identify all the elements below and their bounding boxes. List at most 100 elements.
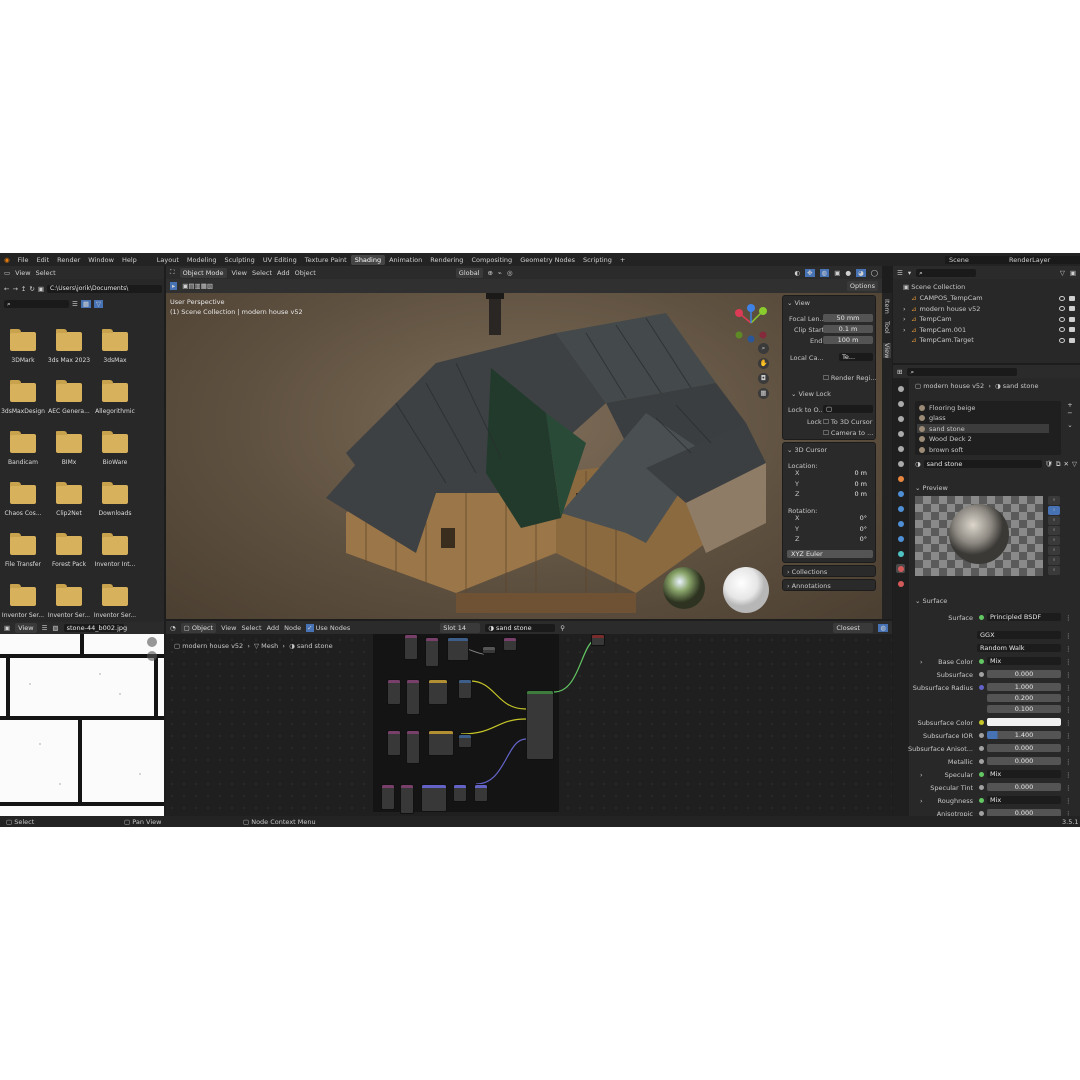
blender-logo-icon[interactable]: ◉	[0, 256, 14, 264]
active-material-field[interactable]: sand stone	[923, 460, 1042, 468]
drag-dots-icon[interactable]: ⋮	[1065, 745, 1072, 753]
expand-input-icon[interactable]: ›	[920, 658, 923, 666]
number-field[interactable]: 1.000	[987, 683, 1061, 691]
linked-input-field[interactable]: Mix	[987, 657, 1061, 665]
color-ramp-node[interactable]	[458, 734, 472, 748]
new-collection-icon[interactable]: ▣	[1070, 269, 1076, 277]
stone-texture-preview[interactable]	[0, 634, 164, 816]
folder-item[interactable]: BIMx	[46, 431, 92, 466]
rotation-mode-select[interactable]: XYZ Euler	[787, 550, 873, 558]
list-view-icon[interactable]: ☰	[72, 300, 78, 308]
properties-search[interactable]: ⌕	[907, 367, 1018, 376]
expand-input-icon[interactable]: ›	[920, 771, 923, 779]
tab-item[interactable]: Item	[883, 299, 891, 314]
menu-window[interactable]: Window	[84, 256, 118, 264]
material-preview[interactable]	[915, 496, 1043, 576]
properties-tab-scene-icon[interactable]	[896, 444, 905, 453]
expand-icon[interactable]	[903, 336, 911, 344]
input-socket-icon[interactable]	[979, 615, 984, 620]
collections-panel[interactable]: › Collections	[782, 565, 876, 577]
overlay-toggle-icon[interactable]: ◍	[878, 623, 888, 632]
duplicate-icon[interactable]: ⧉	[1056, 460, 1061, 469]
tab-animation[interactable]: Animation	[385, 255, 426, 265]
add-slot-icon[interactable]: +	[1065, 401, 1075, 409]
use-nodes-checkbox[interactable]: ✓ Use Nodes	[306, 623, 350, 632]
texture-node[interactable]	[381, 784, 395, 810]
material-name-field[interactable]: ◑ sand stone	[485, 623, 556, 632]
camera-icon[interactable]	[1069, 316, 1075, 322]
clip-end-field[interactable]: 100 m	[823, 336, 873, 344]
menu-edit[interactable]: Edit	[33, 256, 54, 264]
view-layer-selector[interactable]: RenderLayer	[1005, 255, 1080, 264]
folder-item[interactable]: BioWare	[92, 431, 138, 466]
surface-select[interactable]: Random Walk	[977, 644, 1061, 652]
outliner-icon[interactable]: ☰	[897, 269, 903, 277]
expand-input-icon[interactable]: ›	[920, 797, 923, 805]
folder-item[interactable]: 3dsMax	[92, 329, 138, 364]
properties-tab-physics-icon[interactable]	[896, 519, 905, 528]
drag-dots-icon[interactable]: ⋮	[1065, 771, 1072, 779]
expand-icon[interactable]: ›	[903, 326, 911, 334]
material-slot-item[interactable]: brown soft	[917, 445, 1049, 454]
options-button[interactable]: Options	[846, 281, 878, 291]
vp-menu-view[interactable]: View	[232, 269, 247, 277]
forward-icon[interactable]: →	[12, 285, 17, 293]
folder-item[interactable]: Allegorithmic	[92, 380, 138, 415]
camera-icon[interactable]	[1069, 295, 1075, 301]
number-field[interactable]: 0.100	[987, 705, 1061, 713]
folder-item[interactable]: 3DMark	[0, 329, 46, 364]
material-slot-item[interactable]: sand stone	[917, 424, 1049, 433]
fb-search-input[interactable]: ⌕	[4, 300, 69, 308]
eye-icon[interactable]	[1059, 327, 1065, 332]
input-socket-icon[interactable]	[979, 772, 984, 777]
properties-tab-particles-icon[interactable]	[896, 504, 905, 513]
expand-icon[interactable]: ›	[903, 315, 911, 323]
viewport-3d[interactable]: User Perspective (1) Scene Collection | …	[166, 293, 882, 619]
color-ramp-node[interactable]	[458, 679, 472, 699]
mapping-node[interactable]	[447, 637, 469, 661]
ne-menu-view[interactable]: View	[221, 624, 236, 632]
preview-hair-icon[interactable]: ◦	[1048, 536, 1060, 545]
folder-item[interactable]: Bandicam	[0, 431, 46, 466]
annotations-panel[interactable]: › Annotations	[782, 579, 876, 591]
expand-icon[interactable]	[903, 294, 911, 302]
texture-node[interactable]	[404, 634, 418, 660]
drag-dots-icon[interactable]: ⋮	[1065, 684, 1072, 692]
properties-tab-render-icon[interactable]	[896, 399, 905, 408]
properties-tab-material-icon[interactable]	[896, 564, 905, 573]
outliner-search[interactable]: ⌕	[916, 268, 977, 277]
normal-map-node[interactable]	[421, 784, 447, 812]
node-editor-type-icon[interactable]: ◔	[170, 624, 176, 632]
folder-item[interactable]: AEC Genera...	[46, 380, 92, 415]
folder-item[interactable]: Chaos Cos...	[0, 482, 46, 517]
drag-dots-icon[interactable]: ⋮	[1065, 632, 1072, 640]
slot-menu-icon[interactable]: ⌄	[1065, 421, 1075, 429]
add-workspace-button[interactable]: +	[616, 255, 629, 265]
outliner-item[interactable]: › ⊿ TempCam	[903, 315, 1075, 323]
image-icon[interactable]: ▧	[52, 624, 58, 632]
drag-dots-icon[interactable]: ⋮	[1065, 671, 1072, 679]
preview-flat-icon[interactable]: ◦	[1048, 496, 1060, 505]
properties-tab-tool-icon[interactable]	[896, 384, 905, 393]
diffuse-preview-sphere[interactable]	[722, 566, 770, 614]
reroute-node[interactable]	[482, 646, 496, 654]
cursor-location-value-field[interactable]: 0 m	[787, 469, 873, 477]
folder-item[interactable]: Clip2Net	[46, 482, 92, 517]
folder-icon[interactable]: ▭	[4, 269, 10, 277]
select-mode-icons[interactable]: ▣▤▥▦▧	[182, 282, 213, 290]
properties-tab-data-icon[interactable]	[896, 549, 905, 558]
clip-start-field[interactable]: 0.1 m	[823, 325, 873, 333]
number-field[interactable]: 0.200	[987, 694, 1061, 702]
parent-icon[interactable]: ↥	[21, 285, 26, 293]
input-socket-icon[interactable]	[979, 685, 984, 690]
mode-selector[interactable]: Object Mode	[179, 267, 227, 278]
tab-geometry-nodes[interactable]: Geometry Nodes	[516, 255, 579, 265]
mix-node[interactable]	[428, 730, 454, 756]
view-panel-header[interactable]: ⌄ View	[787, 299, 810, 307]
shading-rendered-icon[interactable]: ◯	[871, 269, 878, 277]
editor-type-icon[interactable]: ⛶	[170, 268, 175, 277]
drag-dots-icon[interactable]: ⋮	[1065, 645, 1072, 653]
properties-tab-constraints-icon[interactable]	[896, 534, 905, 543]
interpolation-select[interactable]: Closest	[833, 622, 874, 633]
drag-dots-icon[interactable]: ⋮	[1065, 719, 1072, 727]
